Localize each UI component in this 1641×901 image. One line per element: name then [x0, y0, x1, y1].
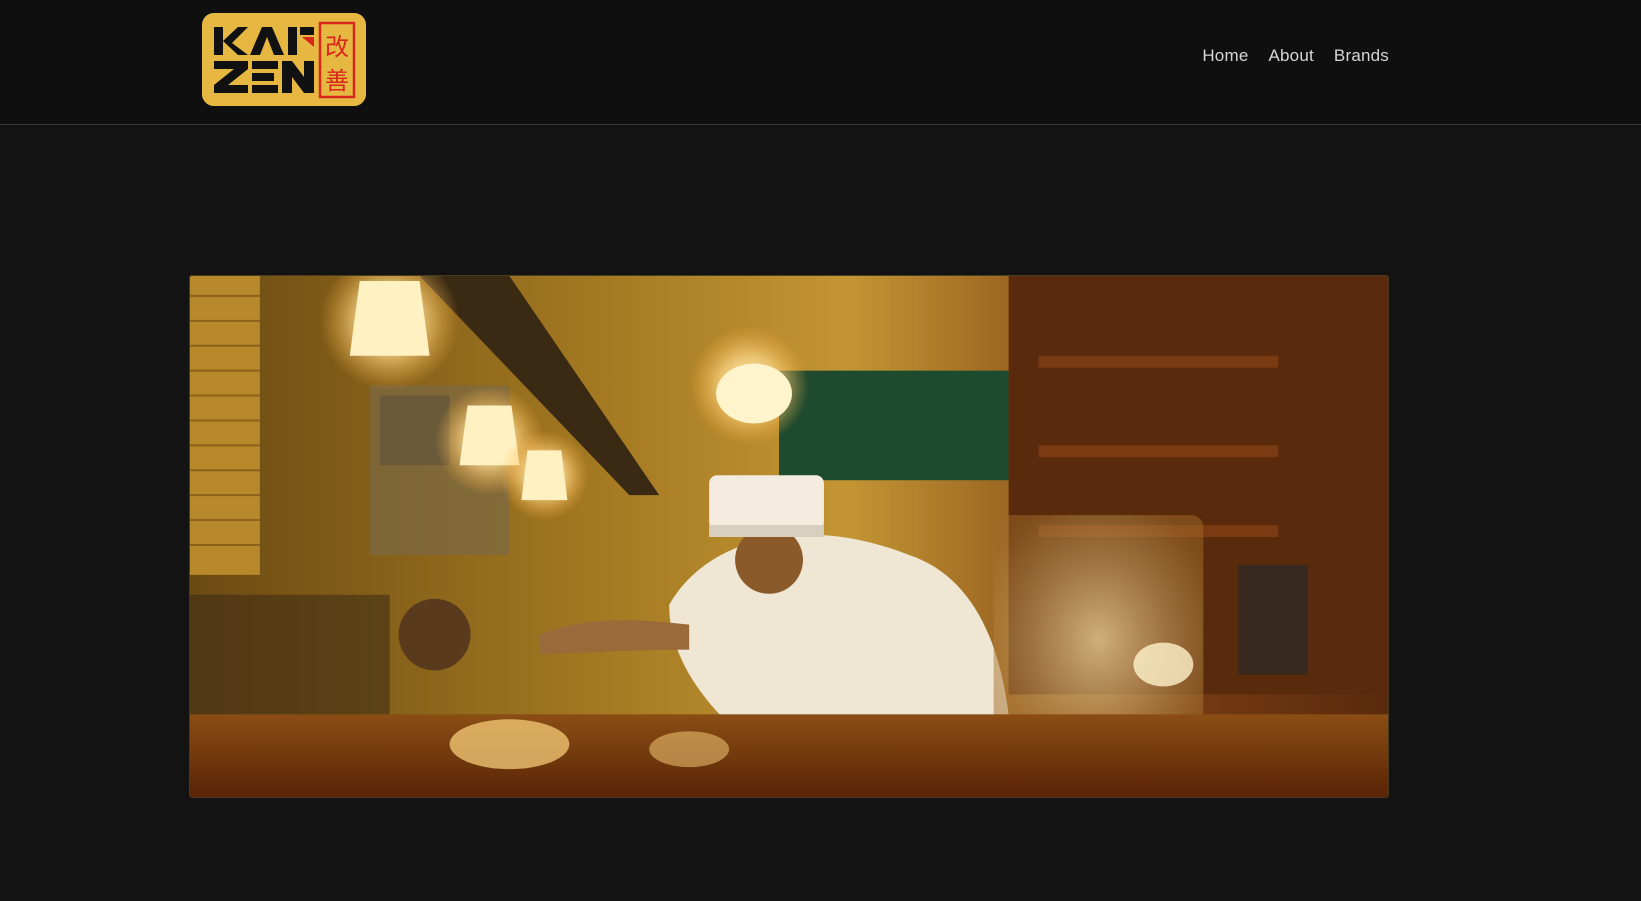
kaizen-logo-icon: 改 善 — [202, 13, 366, 106]
main-nav: Home About Brands — [1202, 46, 1389, 66]
nav-home-link[interactable]: Home — [1202, 46, 1248, 66]
site-header: 改 善 Home About Brands — [0, 0, 1641, 125]
restaurant-photo-icon — [190, 276, 1388, 797]
hero-image — [190, 276, 1388, 797]
logo-kanji-bottom: 善 — [325, 67, 349, 95]
nav-about-link[interactable]: About — [1268, 46, 1313, 66]
nav-brands-link[interactable]: Brands — [1334, 46, 1389, 66]
kaizen-logo[interactable]: 改 善 — [202, 13, 366, 106]
logo-kanji-top: 改 — [325, 33, 349, 61]
hero-section — [189, 275, 1389, 798]
